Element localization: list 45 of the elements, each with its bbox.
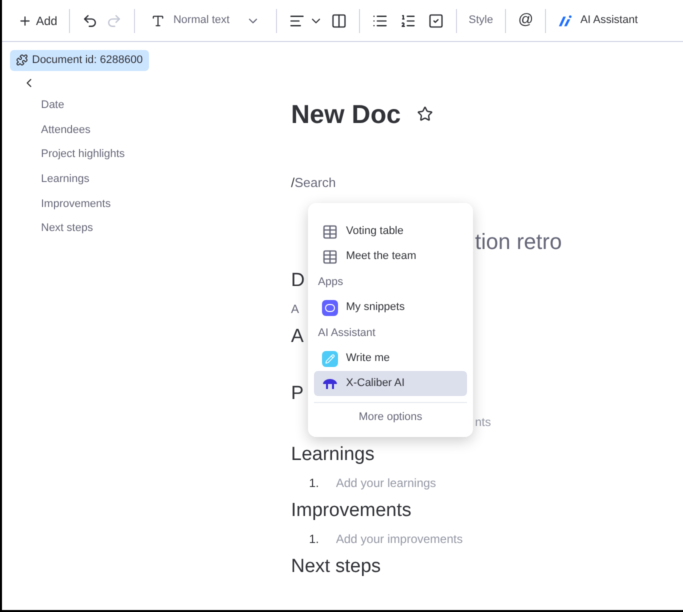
align-left-icon (288, 12, 305, 28)
text-fragment: A (291, 301, 300, 318)
menu-item[interactable]: Meet the team (314, 244, 467, 269)
menu-group-label: Apps (317, 274, 344, 290)
table-icon (322, 248, 338, 264)
mention-button[interactable]: @ (514, 9, 538, 32)
document-title: New Doc (291, 98, 401, 131)
table-icon (322, 224, 338, 240)
search-field[interactable]: Search (294, 172, 415, 192)
text-icon (151, 14, 166, 28)
text-fragment: nts (475, 414, 492, 432)
outline-item[interactable]: Next steps (41, 220, 93, 245)
section-heading: Learnings (291, 443, 376, 467)
title-text-fragment: tion retro (475, 228, 562, 256)
menu-item[interactable]: My snippets (314, 295, 467, 320)
outline-item[interactable]: Attendees (41, 122, 91, 146)
section-heading: Next steps (291, 555, 382, 579)
menu-item[interactable]: Write me (314, 346, 467, 371)
heading-fragment: P (291, 382, 304, 406)
more-options-button[interactable]: More options (314, 403, 467, 431)
style-button[interactable]: Style (464, 12, 498, 29)
menu-item[interactable]: X-Caliber AI (314, 371, 467, 396)
menu-item[interactable]: Voting table (314, 219, 467, 244)
ai-assistant-button[interactable]: AI Assistant (554, 12, 642, 29)
text-style-dropdown[interactable]: Normal text (143, 12, 268, 29)
ai-logo-icon (558, 14, 572, 28)
pencil-icon (322, 350, 338, 366)
outline-item[interactable]: Improvements (41, 196, 111, 220)
star-button[interactable] (416, 106, 433, 122)
list-number: 1. (309, 531, 320, 548)
document-id-badge: Document id: 6288600 (10, 50, 149, 70)
outline-item[interactable]: Date (41, 97, 64, 122)
outline-item[interactable]: Project highlights (41, 146, 125, 172)
menu-group-label: AI Assistant (317, 326, 376, 341)
outline-item[interactable]: Learnings (41, 171, 90, 196)
heading-fragment: A (291, 325, 304, 349)
heading-fragment: D (291, 269, 305, 293)
list-item-field[interactable]: Add your improvements (336, 530, 506, 548)
add-button[interactable]: Add (14, 12, 62, 30)
plus-icon (18, 14, 32, 28)
list-number: 1. (309, 475, 320, 492)
snippet-icon (322, 300, 338, 316)
list-item-field[interactable]: Add your learnings (336, 474, 506, 492)
slash-command: / (291, 174, 295, 192)
section-heading: Improvements (291, 499, 412, 523)
